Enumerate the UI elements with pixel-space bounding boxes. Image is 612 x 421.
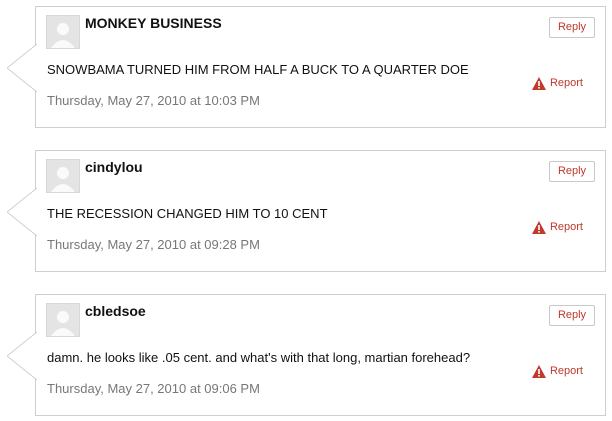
comment-author: cindylou xyxy=(85,159,143,175)
comment-pointer xyxy=(7,188,37,236)
report-link[interactable]: Report xyxy=(531,364,583,378)
default-avatar-icon xyxy=(46,303,80,337)
reply-button[interactable]: Reply xyxy=(549,17,595,38)
comment-date: Thursday, May 27, 2010 at 10:03 PM xyxy=(47,93,260,108)
default-avatar-icon xyxy=(46,159,80,193)
comment-author: cbledsoe xyxy=(85,303,146,319)
warning-triangle-icon xyxy=(531,220,546,234)
report-label: Report xyxy=(549,77,583,89)
report-link[interactable]: Report xyxy=(531,76,583,90)
comment-author: MONKEY BUSINESS xyxy=(85,15,222,31)
comment-card: MONKEY BUSINESS SNOWBAMA TURNED HIM FROM… xyxy=(7,6,606,128)
comment-card: cindylou THE RECESSION CHANGED HIM TO 10… xyxy=(7,150,606,272)
report-label: Report xyxy=(549,365,583,377)
comment-date: Thursday, May 27, 2010 at 09:06 PM xyxy=(47,381,260,396)
default-avatar-icon xyxy=(46,15,80,49)
comment-text: damn. he looks like .05 cent. and what's… xyxy=(47,350,471,365)
comment-card: cbledsoe damn. he looks like .05 cent. a… xyxy=(7,294,606,416)
comment-pointer xyxy=(7,44,37,92)
comment-text: SNOWBAMA TURNED HIM FROM HALF A BUCK TO … xyxy=(47,62,469,77)
report-label: Report xyxy=(549,221,583,233)
comment-text: THE RECESSION CHANGED HIM TO 10 CENT xyxy=(47,206,328,221)
reply-button[interactable]: Reply xyxy=(549,161,595,182)
comment-date: Thursday, May 27, 2010 at 09:28 PM xyxy=(47,237,260,252)
warning-triangle-icon xyxy=(531,76,546,90)
warning-triangle-icon xyxy=(531,364,546,378)
reply-button[interactable]: Reply xyxy=(549,305,595,326)
comment-pointer xyxy=(7,332,37,380)
report-link[interactable]: Report xyxy=(531,220,583,234)
